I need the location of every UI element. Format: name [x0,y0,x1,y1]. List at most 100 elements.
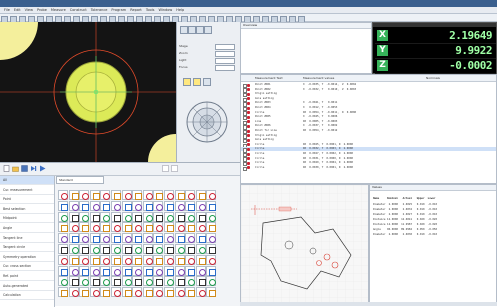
command-icon[interactable] [58,276,68,287]
category-item[interactable]: Auto-generated [0,282,54,291]
focus-field[interactable] [215,65,235,71]
command-icon[interactable] [185,244,196,254]
command-icon[interactable] [121,276,132,287]
command-icon[interactable] [111,244,121,254]
command-icon[interactable] [132,265,143,276]
command-icon[interactable] [89,254,100,265]
command-icon[interactable] [142,200,153,211]
command-icon[interactable] [100,190,111,200]
command-icon[interactable] [100,233,111,244]
command-icon[interactable] [174,222,185,233]
result-row[interactable]: Circle DX 0.0054, Y -0.0011, D 0.0000 [241,111,496,116]
command-icon[interactable] [132,287,143,298]
command-icon[interactable] [68,190,79,200]
command-icon[interactable] [164,254,174,265]
new-icon[interactable] [3,165,10,172]
category-item[interactable]: Angle [0,224,54,233]
command-icon[interactable] [100,211,111,222]
command-icon[interactable] [68,254,79,265]
result-row[interactable]: Point #003 X -0.0041, Y 0.0011 [241,101,496,107]
command-icon[interactable] [164,190,174,200]
zoom-field[interactable] [215,51,235,57]
command-icon[interactable] [68,233,79,244]
command-icon[interactable] [121,233,132,244]
light-bulb-icon[interactable] [183,78,191,86]
category-item[interactable]: Symmetry operation [0,253,54,262]
command-icon[interactable] [185,222,196,233]
command-icon[interactable] [89,276,100,287]
command-icon[interactable] [89,211,100,222]
command-icon[interactable] [58,211,68,222]
command-icon[interactable] [142,233,153,244]
command-icon[interactable] [142,222,153,233]
coaxial-light-icon[interactable] [203,78,211,86]
command-icon[interactable] [206,211,217,222]
command-icon[interactable] [111,222,121,233]
command-icon[interactable] [132,233,143,244]
menu-item[interactable]: View [25,7,33,14]
command-icon[interactable] [142,287,153,298]
command-icon[interactable] [100,265,111,276]
menu-item[interactable]: Help [176,7,184,14]
command-icon[interactable] [185,211,196,222]
command-icon[interactable] [206,190,217,200]
command-icon[interactable] [164,244,174,254]
command-icon[interactable] [132,276,143,287]
step-icon[interactable] [30,165,37,172]
ring-light-icon[interactable] [193,78,201,86]
command-icon[interactable] [100,200,111,211]
stage-field[interactable] [215,44,235,50]
result-row[interactable]: Circle DX 0.0032, Y 0.0003, D 2.0000 [241,147,496,153]
menu-item[interactable]: File [4,7,10,14]
command-icon[interactable] [153,211,164,222]
view-grid-icon[interactable] [162,165,169,172]
command-icon[interactable] [142,254,153,265]
command-icon[interactable] [89,244,100,254]
command-icon[interactable] [79,287,90,298]
cad-view[interactable] [240,184,369,306]
command-icon[interactable] [195,211,206,222]
stats-row[interactable]: Diameter 2.0000 2.0032 0.010 -0.010 [373,208,495,213]
category-item[interactable]: All [0,176,54,185]
menu-item[interactable]: Tolerance [91,7,108,14]
command-icon[interactable] [79,190,90,200]
stats-row[interactable]: Distance 12.0000 11.9987 0.020 -0.020 [373,223,495,228]
command-icon[interactable] [164,265,174,276]
command-icon[interactable] [121,190,132,200]
command-icon[interactable] [121,200,132,211]
command-icon[interactable] [68,211,79,222]
command-icon[interactable] [89,200,100,211]
fit-icon[interactable] [196,26,204,34]
command-icon[interactable] [100,287,111,298]
command-icon[interactable] [68,265,79,276]
command-icon[interactable] [121,287,132,298]
save-icon[interactable] [21,165,28,172]
command-icon[interactable] [58,233,68,244]
open-folder-icon[interactable] [12,165,19,172]
command-icon[interactable] [111,190,121,200]
command-icon[interactable] [58,244,68,254]
command-icon[interactable] [185,200,196,211]
palette-tab[interactable]: Standard [56,176,104,184]
zoom-in-icon[interactable] [180,26,188,34]
command-icon[interactable] [195,254,206,265]
category-item[interactable]: Midpoint [0,214,54,224]
stats-row[interactable]: Diameter 2.0000 2.0025 0.010 -0.010 [373,203,495,208]
command-icon[interactable] [68,276,79,287]
command-icon[interactable] [206,233,217,244]
result-row[interactable]: Circle DX 0.0029, Y 0.0004, D 2.0000 [241,161,496,167]
category-item[interactable]: Best selection [0,205,54,214]
category-item[interactable]: Ref. point [0,272,54,281]
command-icon[interactable] [100,254,111,265]
command-icon[interactable] [164,222,174,233]
command-icon[interactable] [79,244,90,254]
command-icon[interactable] [185,190,196,200]
command-icon[interactable] [195,276,206,287]
command-icon[interactable] [164,211,174,222]
command-icon[interactable] [132,222,143,233]
command-icon[interactable] [100,276,111,287]
command-icon[interactable] [121,211,132,222]
command-icon[interactable] [142,190,153,200]
command-icon[interactable] [79,211,90,222]
command-icon[interactable] [79,276,90,287]
